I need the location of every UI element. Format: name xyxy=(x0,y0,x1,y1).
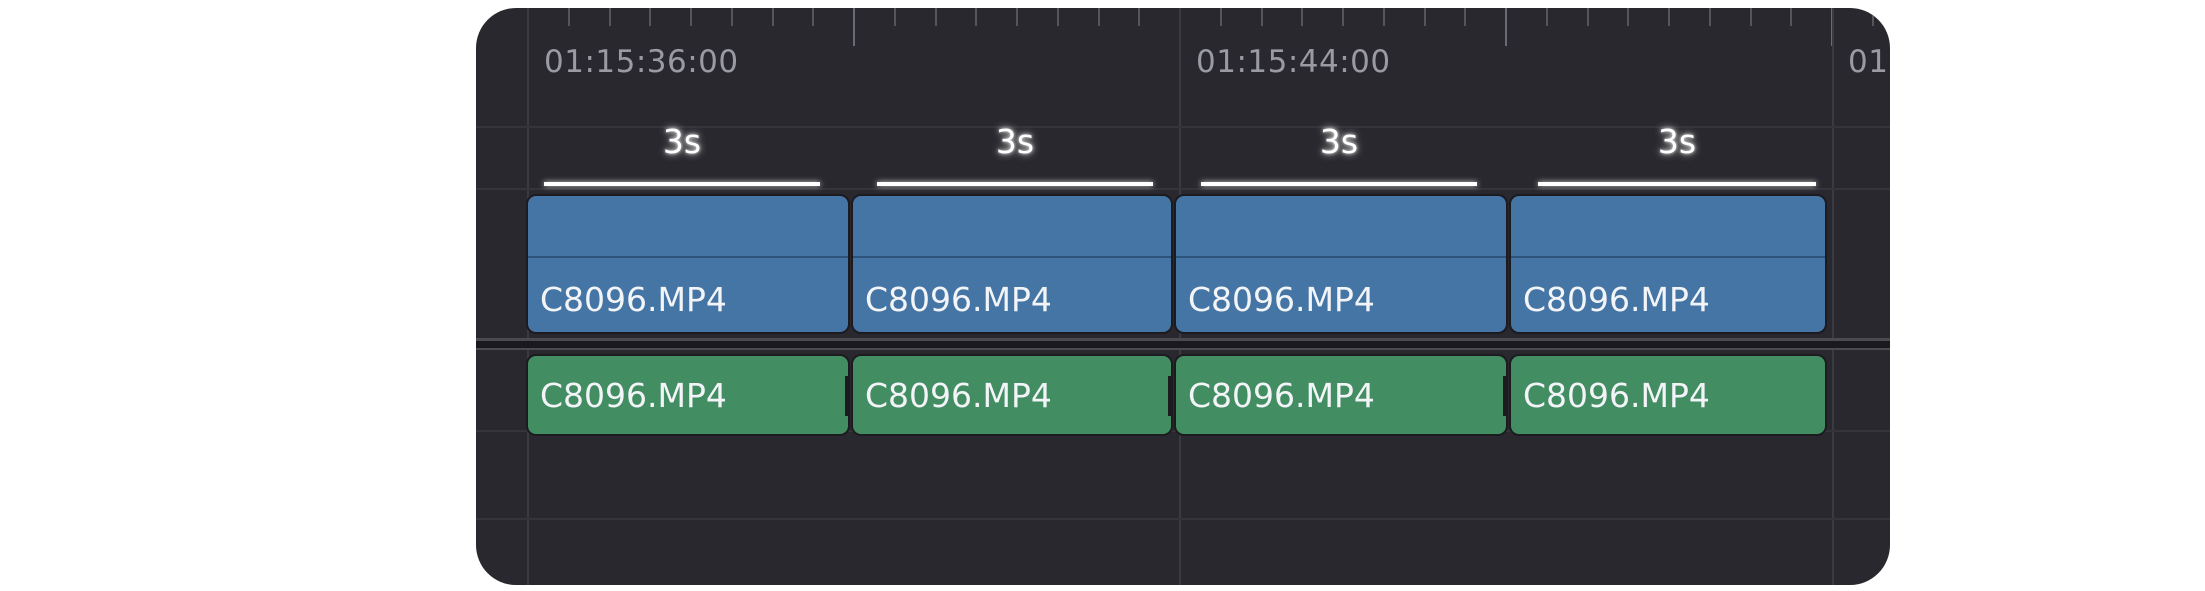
duration-label: 3s xyxy=(995,122,1035,161)
ruler-tick xyxy=(608,8,611,26)
duration-marker: 3s xyxy=(877,118,1153,190)
video-audio-separator[interactable] xyxy=(476,338,1890,350)
ruler-tick xyxy=(1627,8,1630,26)
ruler-tick xyxy=(1749,8,1752,26)
clip-name: C8096.MP4 xyxy=(1523,376,1710,415)
ruler-tick xyxy=(1219,8,1222,26)
ruler-tick xyxy=(1016,8,1018,26)
ruler-tick xyxy=(1708,8,1711,26)
clip-name: C8096.MP4 xyxy=(865,280,1052,319)
clip-name: C8096.MP4 xyxy=(540,376,727,415)
ruler-tick xyxy=(812,8,815,26)
clip-thumbnail-divider xyxy=(1511,256,1825,258)
audio-clip[interactable]: C8096.MP4 xyxy=(851,354,1173,436)
ruler-tick xyxy=(1464,8,1467,26)
timeline-panel[interactable]: 01:15:36:00 01:15:44:00 01 3s 3s 3s 3s C… xyxy=(476,8,1890,585)
duration-label: 3s xyxy=(1657,122,1697,161)
audio-clip[interactable]: C8096.MP4 xyxy=(1174,354,1508,436)
video-clip[interactable]: C8096.MP4 xyxy=(526,194,850,334)
ruler-tick xyxy=(975,8,978,26)
clip-thumbnail-divider xyxy=(853,256,1171,258)
duration-marker: 3s xyxy=(1201,118,1477,190)
ruler-tick xyxy=(567,8,570,26)
duration-bar xyxy=(544,182,820,186)
timecode-label: 01 xyxy=(1848,44,1889,80)
ruler-tick xyxy=(1097,8,1100,26)
ruler-tick xyxy=(1301,8,1304,26)
ruler-tick xyxy=(1056,8,1059,26)
audio-clip[interactable]: C8096.MP4 xyxy=(526,354,850,436)
ruler-tick xyxy=(893,8,896,26)
ruler-tick xyxy=(1871,8,1874,26)
ruler-tick xyxy=(1668,8,1670,26)
ruler-tick xyxy=(649,8,652,26)
ruler-tick xyxy=(1342,8,1344,26)
clip-edge-handle[interactable] xyxy=(845,376,850,416)
ruler-tick xyxy=(1423,8,1426,26)
ruler-tick xyxy=(1545,8,1548,26)
clip-name: C8096.MP4 xyxy=(1523,280,1710,319)
clip-edge-handle[interactable] xyxy=(1168,376,1173,416)
clip-thumbnail-divider xyxy=(528,256,848,258)
duration-bar xyxy=(1201,182,1477,186)
ruler-tick xyxy=(1586,8,1589,26)
duration-marker: 3s xyxy=(1538,118,1816,190)
ruler-tick xyxy=(1260,8,1263,26)
timecode-label: 01:15:44:00 xyxy=(1196,44,1391,80)
clip-name: C8096.MP4 xyxy=(865,376,1052,415)
duration-bar xyxy=(1538,182,1816,186)
duration-marker: 3s xyxy=(544,118,820,190)
ruler-tick xyxy=(1505,8,1507,46)
video-clip[interactable]: C8096.MP4 xyxy=(1174,194,1508,334)
ruler-tick xyxy=(1382,8,1385,26)
ruler-tick xyxy=(730,8,733,26)
clip-name: C8096.MP4 xyxy=(540,280,727,319)
ruler-tick xyxy=(1138,8,1141,26)
duration-label: 3s xyxy=(1319,122,1359,161)
track-divider xyxy=(476,518,1890,520)
ruler-tick xyxy=(690,8,692,26)
clip-name: C8096.MP4 xyxy=(1188,376,1375,415)
ruler-tick xyxy=(1790,8,1793,26)
duration-label: 3s xyxy=(662,122,702,161)
clip-thumbnail-divider xyxy=(1176,256,1506,258)
ruler-tick xyxy=(771,8,774,26)
video-clip[interactable]: C8096.MP4 xyxy=(1509,194,1827,334)
audio-clip[interactable]: C8096.MP4 xyxy=(1509,354,1827,436)
clip-name: C8096.MP4 xyxy=(1188,280,1375,319)
timecode-label: 01:15:36:00 xyxy=(544,44,739,80)
duration-bar xyxy=(877,182,1153,186)
video-clip[interactable]: C8096.MP4 xyxy=(851,194,1173,334)
ruler-tick xyxy=(934,8,937,26)
major-gridline xyxy=(1832,8,1834,585)
clip-edge-handle[interactable] xyxy=(1503,376,1508,416)
ruler-tick xyxy=(853,8,855,46)
